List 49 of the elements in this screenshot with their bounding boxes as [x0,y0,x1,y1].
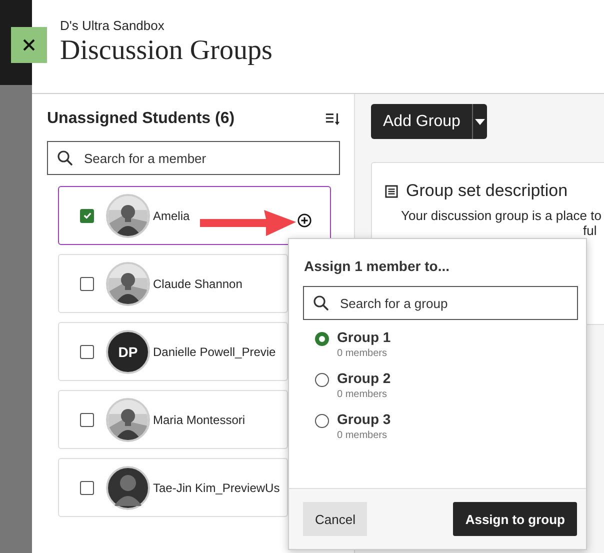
initials-avatar: DP [106,330,150,374]
checkbox[interactable] [80,412,94,426]
checkmark-icon [82,211,92,220]
description-text: Your discussion group is a place to [400,208,602,223]
popup-title: Assign 1 member to... [304,258,450,274]
description-text: ful [582,223,598,238]
checkbox[interactable] [80,276,94,290]
group-name: Group 3 [337,411,391,427]
student-name: Danielle Powell_Previe [153,344,276,358]
member-search-field[interactable]: Search for a member [47,141,340,175]
student-card[interactable]: Maria Montessori [58,390,288,449]
member-count: 0 members [337,430,388,441]
student-name: Tae-Jin Kim_PreviewUs [153,480,280,494]
group-option[interactable]: Group 3 0 members [315,411,586,441]
student-name: Maria Montessori [153,412,246,426]
checkbox[interactable] [80,208,94,222]
student-card[interactable]: Amelia [58,186,331,245]
search-icon [313,295,329,311]
student-card[interactable]: Claude Shannon [58,254,288,313]
close-icon [22,38,36,52]
member-count: 0 members [337,389,388,400]
group-search-field[interactable]: Search for a group [303,286,578,320]
radio-button[interactable] [315,332,329,346]
card-title: Group set description [406,181,568,201]
group-option[interactable]: Group 1 0 members [315,329,586,359]
checkbox[interactable] [80,344,94,358]
assign-button[interactable]: Assign to group [453,502,577,536]
course-name: D's Ultra Sandbox [60,18,166,33]
person-silhouette-icon [106,466,150,510]
student-name: Claude Shannon [153,276,242,290]
student-name: Amelia [153,208,190,222]
radio-button[interactable] [315,414,329,428]
student-card[interactable]: Tae-Jin Kim_PreviewUs [58,458,288,517]
add-icon[interactable] [297,213,312,228]
radio-button[interactable] [315,373,329,387]
cancel-button[interactable]: Cancel [303,502,368,536]
group-name: Group 2 [337,370,391,386]
caret-icon [475,118,486,124]
section-title: Unassigned Students (6) [47,110,235,128]
page-title: Discussion Groups [60,35,274,67]
group-name: Group 1 [337,329,391,345]
student-card[interactable]: DP Danielle Powell_Previe [58,322,288,381]
checkbox[interactable] [80,480,94,494]
close-button[interactable] [11,27,47,63]
group-option[interactable]: Group 2 0 members [315,370,586,400]
member-count: 0 members [337,348,388,359]
search-icon [57,150,73,166]
list-icon [385,184,398,198]
sort-icon[interactable] [325,112,340,126]
